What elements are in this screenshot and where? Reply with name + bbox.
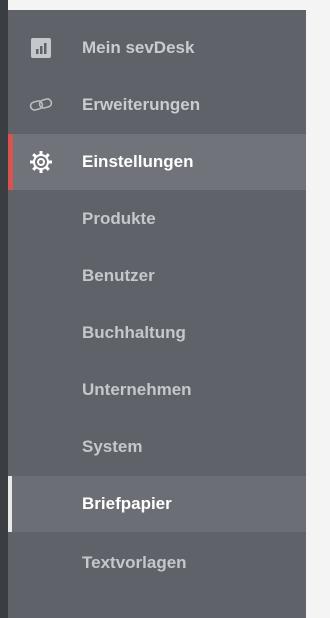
sidebar-item-mein-sevdesk[interactable]: Mein sevDesk bbox=[8, 20, 306, 76]
sidebar-subitem-label: Buchhaltung bbox=[82, 323, 186, 342]
sidebar-item-einstellungen[interactable]: Einstellungen bbox=[8, 134, 306, 190]
sidebar-subitem-produkte[interactable]: Produkte bbox=[8, 191, 306, 247]
sidebar-nav: Mein sevDesk Erweiterungen Einstellungen… bbox=[8, 10, 306, 618]
sidebar-subitem-label: Textvorlagen bbox=[82, 553, 187, 572]
sidebar-item-label: Mein sevDesk bbox=[82, 38, 195, 57]
sidebar-subitem-unternehmen[interactable]: Unternehmen bbox=[8, 362, 306, 418]
sidebar-item-label: Einstellungen bbox=[82, 152, 194, 171]
link-icon bbox=[28, 92, 54, 118]
sidebar-subitem-buchhaltung[interactable]: Buchhaltung bbox=[8, 305, 306, 361]
sidebar-item-erweiterungen[interactable]: Erweiterungen bbox=[8, 77, 306, 133]
sidebar-subitem-benutzer[interactable]: Benutzer bbox=[8, 248, 306, 304]
bar-chart-icon bbox=[28, 35, 54, 61]
window-border bbox=[0, 0, 8, 618]
sidebar-subitem-label: Briefpapier bbox=[82, 494, 172, 513]
sidebar-subitem-label: Produkte bbox=[82, 209, 156, 228]
sidebar-subitem-textvorlagen[interactable]: Textvorlagen bbox=[8, 535, 306, 591]
gear-icon bbox=[28, 149, 54, 175]
sidebar-subitem-briefpapier[interactable]: Briefpapier bbox=[8, 476, 306, 532]
sidebar-subitem-label: Unternehmen bbox=[82, 380, 192, 399]
sidebar-subitem-label: System bbox=[82, 437, 143, 456]
sidebar-subitem-label: Benutzer bbox=[82, 266, 155, 285]
sidebar-item-label: Erweiterungen bbox=[82, 95, 201, 114]
sidebar-subitem-system[interactable]: System bbox=[8, 419, 306, 475]
